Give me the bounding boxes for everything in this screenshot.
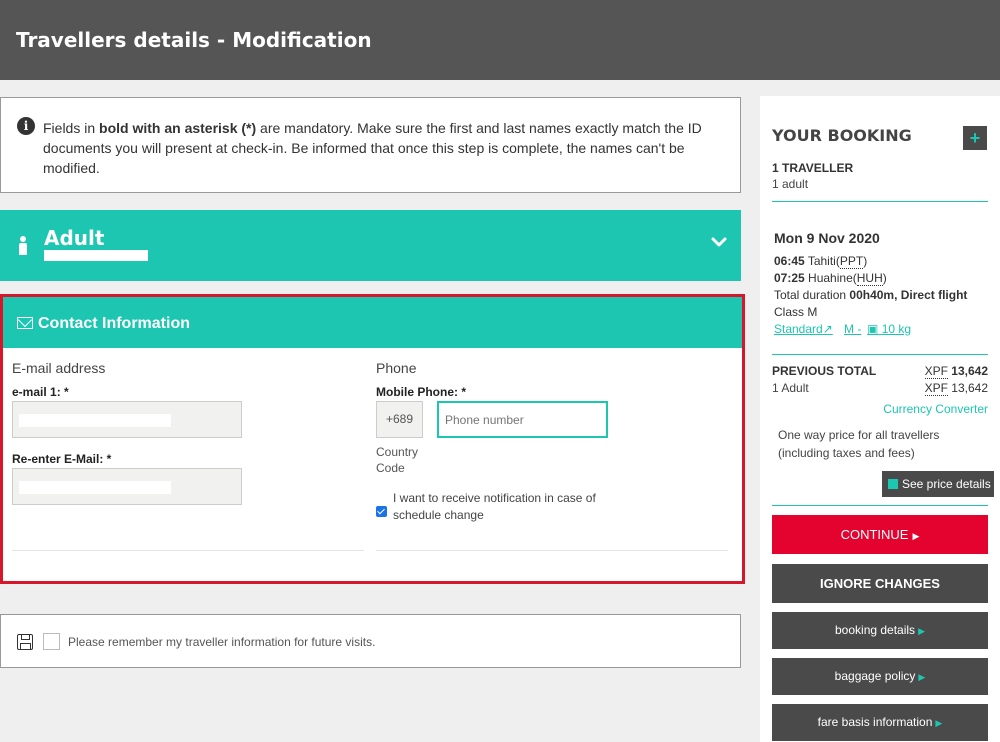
one-way-note: One way price for all travellers (includ…: [778, 428, 940, 460]
person-icon: [18, 236, 28, 256]
contact-title: Contact Information: [38, 315, 190, 332]
remember-checkbox[interactable]: [43, 633, 60, 650]
notification-checkbox[interactable]: [376, 506, 387, 517]
remember-label: Please remember my traveller information…: [68, 635, 376, 649]
previous-total-value: XPF 13,642: [924, 364, 988, 379]
adult-traveller-panel[interactable]: Adult: [0, 210, 741, 281]
expand-plus-icon[interactable]: +: [963, 126, 987, 150]
divider: [772, 201, 988, 202]
contact-header: Contact Information: [3, 297, 742, 348]
arrival-line: 07:25 Huahine(HUH): [774, 271, 887, 286]
traveller-detail: 1 adult: [772, 177, 809, 191]
email2-value-redacted: [19, 481, 171, 494]
booking-sidebar: YOUR BOOKING + 1 TRAVELLER 1 adult Mon 9…: [760, 96, 1000, 742]
mobile-phone-label: Mobile Phone: *: [376, 385, 466, 399]
phone-section-label: Phone: [376, 360, 417, 376]
phone-number-input[interactable]: [437, 401, 608, 438]
adult-price-value: XPF 13,642: [924, 381, 988, 396]
class-line: Class M: [774, 305, 818, 319]
email2-input[interactable]: [12, 468, 242, 505]
email2-label: Re-enter E-Mail: *: [12, 452, 112, 466]
price-icon: [888, 479, 898, 489]
ignore-changes-button[interactable]: IGNORE CHANGES: [772, 564, 988, 603]
duration-line: Total duration 00h40m, Direct flight: [774, 288, 968, 302]
email1-input[interactable]: [12, 401, 242, 438]
envelope-icon: [17, 317, 33, 329]
continue-button[interactable]: CONTINUE ▶: [772, 515, 988, 554]
luggage-icon: ▣: [867, 322, 879, 336]
caret-right-icon: ▶: [918, 626, 925, 636]
baggage-link[interactable]: ▣ 10 kg: [867, 322, 911, 336]
divider: [772, 505, 988, 506]
notification-label: I want to receive notification in case o…: [393, 491, 596, 522]
caret-right-icon: ▶: [935, 718, 943, 728]
baggage-policy-button[interactable]: baggage policy ▶: [772, 658, 988, 695]
email1-value-redacted: [19, 414, 171, 427]
divider: [772, 354, 988, 355]
contact-information-section: Contact Information E-mail address e-mai…: [0, 294, 745, 584]
adult-name-redacted: [44, 250, 148, 261]
page-header: Travellers details - Modification: [0, 0, 1000, 80]
remember-info-box: Please remember my traveller information…: [0, 614, 741, 668]
mandatory-info-box: i Fields in bold with an asterisk (*) ar…: [0, 97, 741, 193]
info-text: Fields in bold with an asterisk (*) are …: [43, 120, 702, 176]
booking-details-button[interactable]: booking details ▶: [772, 612, 988, 649]
departure-line: 06:45 Tahiti(PPT): [774, 254, 868, 269]
booking-title: YOUR BOOKING: [772, 126, 912, 145]
currency-converter-link[interactable]: Currency Converter: [883, 402, 988, 416]
caret-right-icon: ▶: [912, 531, 920, 541]
caret-right-icon: ▶: [918, 672, 926, 682]
country-code-label: Country Code: [376, 445, 419, 475]
fare-standard-link[interactable]: Standard↗: [774, 322, 833, 336]
adult-price-label: 1 Adult: [772, 381, 809, 395]
external-link-icon: ↗: [822, 322, 833, 336]
divider: [376, 550, 728, 551]
page-title: Travellers details - Modification: [16, 28, 372, 52]
chevron-down-icon[interactable]: [711, 234, 727, 250]
save-icon: [17, 634, 33, 650]
email-section-label: E-mail address: [12, 360, 106, 376]
traveller-count: 1 TRAVELLER: [772, 161, 854, 175]
fare-basis-button[interactable]: fare basis information ▶: [772, 704, 988, 741]
adult-title: Adult: [44, 226, 105, 250]
divider: [12, 550, 364, 551]
info-icon: i: [17, 117, 35, 135]
previous-total-label: PREVIOUS TOTAL: [772, 364, 877, 378]
class-link[interactable]: M -: [844, 322, 861, 336]
flight-date: Mon 9 Nov 2020: [774, 230, 880, 246]
email1-label: e-mail 1: *: [12, 385, 69, 399]
country-code-select[interactable]: +689: [376, 401, 423, 438]
see-price-details-button[interactable]: See price details: [882, 471, 994, 497]
